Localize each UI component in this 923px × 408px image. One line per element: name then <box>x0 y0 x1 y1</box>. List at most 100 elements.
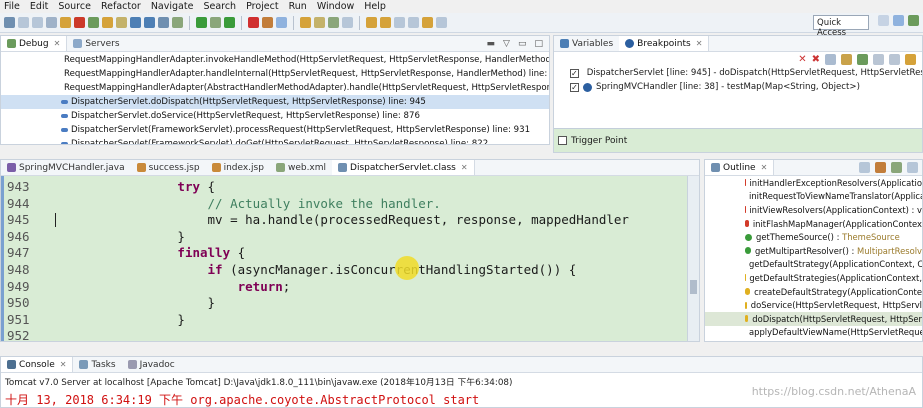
minimize-icon[interactable]: ▭ <box>518 39 527 49</box>
menu-item-help[interactable]: Help <box>364 1 386 12</box>
menu-item-project[interactable]: Project <box>246 1 279 12</box>
vertical-scrollbar[interactable] <box>687 176 699 341</box>
toolbar-button-icon[interactable] <box>342 17 353 28</box>
toolbar-button-icon[interactable] <box>46 17 57 28</box>
outline-item[interactable]: getThemeSource() : ThemeSource <box>705 230 922 244</box>
tab-outline[interactable]: Outline ✕ <box>705 160 775 175</box>
toolbar-button-icon[interactable] <box>314 17 325 28</box>
toolbar-button-icon[interactable] <box>60 17 71 28</box>
stack-frame[interactable]: DispatcherServlet(FrameworkServlet).proc… <box>1 123 549 137</box>
outline-item[interactable]: getDefaultStrategies(ApplicationContext, <box>705 271 922 285</box>
tab-breakpoints[interactable]: Breakpoints ✕ <box>619 36 710 51</box>
close-icon[interactable]: ✕ <box>461 163 468 172</box>
toolbar-button-icon[interactable] <box>158 17 169 28</box>
show-breakpoints-icon[interactable] <box>825 53 836 65</box>
menu-item-navigate[interactable]: Navigate <box>151 1 194 12</box>
menu-item-file[interactable]: File <box>4 1 20 12</box>
toolbar-button-icon[interactable] <box>74 17 85 28</box>
toolbar-button-icon[interactable] <box>4 17 15 28</box>
menu-item-edit[interactable]: Edit <box>30 1 48 12</box>
toolbar-button-icon[interactable] <box>300 17 311 28</box>
scrollbar-thumb[interactable] <box>690 280 697 294</box>
console-tab[interactable]: Tasks <box>73 357 121 372</box>
stack-frame[interactable]: RequestMappingHandlerAdapter.invokeHandl… <box>1 53 549 67</box>
toolbar-button-icon[interactable] <box>422 17 433 28</box>
java-ee-perspective-icon[interactable] <box>893 15 904 26</box>
stack-frame[interactable]: RequestMappingHandlerAdapter(AbstractHan… <box>1 81 549 95</box>
toolbar-button-icon[interactable] <box>380 17 391 28</box>
toolbar-button-icon[interactable] <box>224 17 235 28</box>
sort-icon[interactable] <box>859 162 870 173</box>
toolbar-button-icon[interactable] <box>116 17 127 28</box>
collapse-icon[interactable]: ▬ <box>487 39 496 49</box>
toolbar-button-icon[interactable] <box>248 17 259 28</box>
toolbar-button-icon[interactable] <box>130 17 141 28</box>
menu-item-source[interactable]: Source <box>58 1 91 12</box>
breakpoint-checkbox[interactable]: ✓ <box>570 82 579 92</box>
toolbar-button-icon[interactable] <box>88 17 99 28</box>
hide-nonpublic-icon[interactable] <box>907 162 918 173</box>
toolbar-button-icon[interactable] <box>210 17 221 28</box>
menu-item-refactor[interactable]: Refactor <box>101 1 141 12</box>
link-icon[interactable] <box>905 53 916 65</box>
toolbar-button-icon[interactable] <box>366 17 377 28</box>
close-icon[interactable]: ✕ <box>761 163 768 172</box>
toolbar-button-icon[interactable] <box>102 17 113 28</box>
outline-item[interactable]: applyDefaultViewName(HttpServletReque <box>705 326 922 340</box>
breakpoint-item[interactable]: ✓ DispatcherServlet [line: 945] - doDispa… <box>554 66 922 80</box>
console-tab[interactable]: Javadoc <box>122 357 181 372</box>
menu-item-search[interactable]: Search <box>203 1 236 12</box>
toolbar-button-icon[interactable] <box>172 17 183 28</box>
hide-fields-icon[interactable] <box>875 162 886 173</box>
editor-tab[interactable]: web.xml <box>270 160 332 175</box>
close-icon[interactable]: ✕ <box>60 360 67 369</box>
close-icon[interactable]: ✕ <box>54 39 61 48</box>
menu-item-window[interactable]: Window <box>317 1 354 12</box>
toolbar-button-icon[interactable] <box>394 17 405 28</box>
editor-tab[interactable]: DispatcherServlet.class ✕ <box>332 160 475 175</box>
toolbar-button-icon[interactable] <box>408 17 419 28</box>
editor-tab[interactable]: index.jsp <box>206 160 270 175</box>
outline-item[interactable]: initViewResolvers(ApplicationContext) : … <box>705 203 922 217</box>
toolbar-button-icon[interactable] <box>144 17 155 28</box>
outline-item[interactable]: doDispatch(HttpServletRequest, HttpSer <box>705 311 922 326</box>
hide-static-icon[interactable] <box>891 162 902 173</box>
editor-tab[interactable]: success.jsp <box>131 160 206 175</box>
outline-item[interactable]: initFlashMapManager(ApplicationContex <box>705 217 922 231</box>
tab-servers[interactable]: Servers <box>67 36 125 51</box>
outline-item[interactable]: initHandlerExceptionResolvers(Applicatio <box>705 176 922 190</box>
remove-icon[interactable]: ✕ <box>798 54 806 65</box>
expand-icon[interactable] <box>873 53 884 65</box>
outline-item[interactable]: initRequestToViewNameTranslator(Applica <box>705 190 922 204</box>
console-output[interactable]: Tomcat v7.0 Server at localhost [Apache … <box>1 373 922 407</box>
view-menu-icon[interactable]: ▽ <box>503 39 510 49</box>
outline-item[interactable]: getMultipartResolver() : MultipartResolv <box>705 244 922 258</box>
tab-debug[interactable]: Debug ✕ <box>1 36 68 51</box>
go-to-file-icon[interactable] <box>841 53 852 65</box>
breakpoint-checkbox[interactable]: ✓ <box>570 68 579 78</box>
toolbar-button-icon[interactable] <box>436 17 447 28</box>
breakpoint-item[interactable]: ✓ SpringMVCHandler [line: 38] - testMap(M… <box>554 80 922 94</box>
editor-tab[interactable]: SpringMVCHandler.java <box>1 160 131 175</box>
open-perspective-icon[interactable] <box>878 15 889 26</box>
remove-all-icon[interactable]: ✖ <box>812 54 820 65</box>
maximize-icon[interactable]: □ <box>534 39 543 49</box>
close-icon[interactable]: ✕ <box>696 39 703 48</box>
toolbar-button-icon[interactable] <box>18 17 29 28</box>
toolbar-button-icon[interactable] <box>196 17 207 28</box>
toolbar-button-icon[interactable] <box>328 17 339 28</box>
console-tab[interactable]: Console ✕ <box>1 357 74 372</box>
stack-frame[interactable]: RequestMappingHandlerAdapter.handleInter… <box>1 67 549 81</box>
collapse-all-icon[interactable] <box>889 53 900 65</box>
menu-item-run[interactable]: Run <box>289 1 307 12</box>
skip-breakpoints-icon[interactable] <box>857 53 868 65</box>
stack-frame[interactable]: DispatcherServlet.doDispatch(HttpServlet… <box>1 95 549 109</box>
quick-access-field[interactable]: Quick Access <box>813 15 869 38</box>
toolbar-button-icon[interactable] <box>276 17 287 28</box>
stack-frame[interactable]: DispatcherServlet(FrameworkServlet).doGe… <box>1 137 549 144</box>
code-editor[interactable]: 943 try {944 // Actually invoke the hand… <box>1 176 699 341</box>
outline-item[interactable]: getDefaultStrategy(ApplicationContext, C <box>705 258 922 272</box>
debug-perspective-icon[interactable] <box>908 15 919 26</box>
toolbar-button-icon[interactable] <box>262 17 273 28</box>
trigger-point-checkbox[interactable] <box>558 136 567 145</box>
